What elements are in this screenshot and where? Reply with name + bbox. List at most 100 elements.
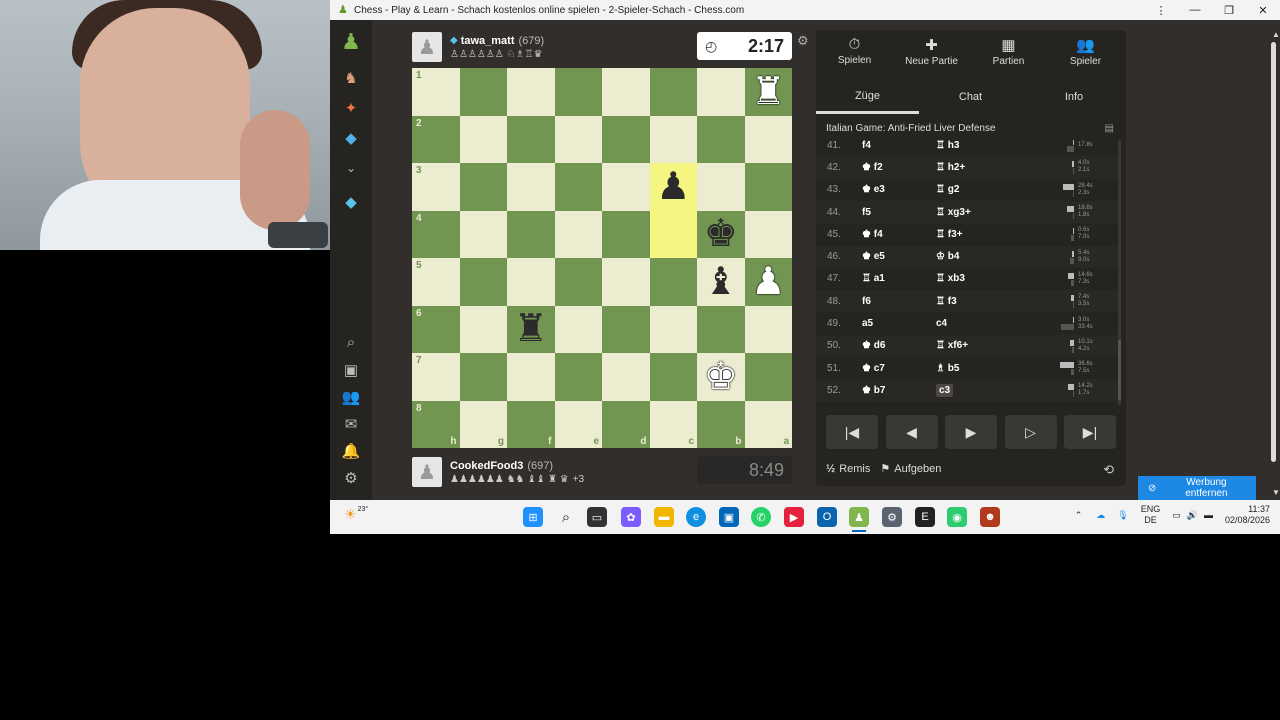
white-move[interactable]: ♚ e5: [862, 251, 885, 262]
white-move[interactable]: ♚ f4: [862, 229, 883, 240]
file-explorer-icon[interactable]: ▬: [654, 507, 674, 527]
square-h3[interactable]: 3: [412, 163, 460, 211]
game-app-icon[interactable]: ◉: [947, 507, 967, 527]
black-move[interactable]: ♖ h3: [936, 140, 959, 151]
square-g8[interactable]: g: [459, 400, 507, 448]
chess-piece[interactable]: ♚: [697, 353, 745, 401]
learn-icon[interactable]: ◆: [341, 128, 361, 148]
friends-icon[interactable]: 👥: [341, 387, 361, 407]
first-move-button[interactable]: |◀: [826, 415, 878, 449]
square-h6[interactable]: 6: [412, 305, 460, 353]
square-b7[interactable]: ♚: [697, 353, 745, 401]
white-move[interactable]: f4: [862, 140, 871, 151]
mail-icon[interactable]: ✉: [341, 414, 361, 434]
minimize-button[interactable]: —: [1178, 0, 1212, 20]
white-move[interactable]: ♚ f2: [862, 162, 883, 173]
weather-widget[interactable]: ☀ 23°: [344, 506, 368, 523]
subtab-zuege[interactable]: Züge: [816, 80, 919, 114]
tab-spieler[interactable]: 👥 Spieler: [1047, 30, 1124, 72]
onedrive-icon[interactable]: ☁: [1096, 510, 1105, 521]
black-move[interactable]: ♔ b4: [936, 251, 959, 262]
square-a6[interactable]: [744, 305, 792, 353]
square-f5[interactable]: [507, 258, 555, 306]
last-move-button[interactable]: ▶|: [1064, 415, 1116, 449]
store-icon[interactable]: ▣: [719, 507, 739, 527]
clock[interactable]: 11:37 02/08/2026: [1225, 504, 1270, 526]
square-b3[interactable]: [697, 163, 745, 211]
square-f2[interactable]: [507, 115, 555, 163]
square-h5[interactable]: 5: [412, 258, 460, 306]
puzzles-icon[interactable]: ✦: [341, 98, 361, 118]
bottom-player-avatar[interactable]: ♟: [412, 457, 442, 487]
white-move[interactable]: ♚ e3: [862, 184, 885, 195]
outlook-icon[interactable]: O: [817, 507, 837, 527]
square-a8[interactable]: a: [744, 400, 792, 448]
square-h4[interactable]: 4: [412, 210, 460, 258]
square-e2[interactable]: [554, 115, 602, 163]
subtab-info[interactable]: Info: [1022, 80, 1126, 114]
black-move[interactable]: ♖ h2+: [936, 162, 965, 173]
square-e7[interactable]: [554, 353, 602, 401]
next-move-button[interactable]: ▷: [1004, 415, 1057, 449]
more-options-icon[interactable]: ⋮: [1144, 0, 1178, 20]
remove-ads-button[interactable]: ⊘ Werbung entfernen: [1138, 476, 1256, 500]
search-icon[interactable]: ⌕: [556, 507, 576, 527]
square-b4[interactable]: ♚: [697, 210, 745, 258]
draw-button[interactable]: Remis: [839, 463, 870, 475]
square-d1[interactable]: [602, 68, 650, 116]
square-d7[interactable]: [602, 353, 650, 401]
profile-avatar-icon[interactable]: ▣: [341, 360, 361, 380]
square-e8[interactable]: e: [554, 400, 602, 448]
square-f1[interactable]: [507, 68, 555, 116]
black-move[interactable]: ♖ xb3: [936, 273, 965, 284]
play-button[interactable]: ▶: [945, 415, 997, 449]
square-f6[interactable]: ♜: [507, 305, 555, 354]
book-icon[interactable]: ▤: [1105, 123, 1114, 134]
square-c1[interactable]: [649, 68, 697, 116]
square-c3[interactable]: ♟: [649, 163, 697, 211]
whatsapp-icon[interactable]: ✆: [751, 507, 771, 527]
tab-partien[interactable]: ▦ Partien: [970, 30, 1047, 72]
hero-game-icon[interactable]: ☻: [980, 507, 1000, 527]
white-move[interactable]: f5: [862, 207, 871, 218]
chess-board[interactable]: 1 ♜ 2 3 ♟ 4 ♚ 5 ♝ ♟ 6 ♜ 7 ♚ 8 h g f e d c b a: [412, 68, 792, 448]
square-c2[interactable]: [649, 115, 697, 163]
square-h1[interactable]: 1: [412, 68, 460, 116]
square-c8[interactable]: c: [649, 400, 697, 448]
maximize-button[interactable]: ❐: [1212, 0, 1246, 20]
square-f7[interactable]: [507, 353, 555, 401]
microphone-icon[interactable]: 🎙: [1117, 510, 1128, 521]
square-g4[interactable]: [459, 210, 507, 258]
black-move[interactable]: c3: [936, 383, 954, 397]
subtab-chat[interactable]: Chat: [919, 80, 1022, 114]
white-move[interactable]: ♚ c7: [862, 363, 885, 374]
window-scrollbar[interactable]: ▲ ▼: [1268, 30, 1280, 500]
play-icon[interactable]: ♞: [341, 68, 361, 88]
close-button[interactable]: ✕: [1246, 0, 1280, 20]
black-move[interactable]: ♖ f3+: [936, 229, 962, 240]
copilot-icon[interactable]: ✿: [621, 507, 641, 527]
square-d6[interactable]: [602, 305, 650, 353]
chess-app-icon[interactable]: ♟: [849, 507, 869, 527]
black-move[interactable]: ♖ xf6+: [936, 340, 968, 351]
epic-games-icon[interactable]: E: [915, 507, 935, 527]
square-b8[interactable]: b: [697, 400, 745, 448]
square-c4[interactable]: [649, 210, 697, 258]
square-a7[interactable]: [744, 353, 792, 401]
media-icon[interactable]: ▶: [784, 507, 804, 527]
square-f3[interactable]: [507, 163, 555, 211]
square-b2[interactable]: [697, 115, 745, 163]
chess-piece[interactable]: ♜: [507, 306, 555, 354]
square-e5[interactable]: [554, 258, 602, 306]
settings-app-icon[interactable]: ⚙: [882, 507, 902, 527]
square-e6[interactable]: [554, 305, 602, 353]
top-player-name[interactable]: tawa_matt: [461, 35, 515, 47]
black-move[interactable]: c4: [936, 318, 947, 329]
language-indicator[interactable]: ENG DE: [1141, 504, 1161, 526]
white-move[interactable]: a5: [862, 318, 873, 329]
diamond-icon[interactable]: ◆: [341, 192, 361, 212]
white-move[interactable]: ♖ a1: [862, 273, 885, 284]
settings-gear-icon[interactable]: ⚙: [341, 468, 361, 488]
battery-icon[interactable]: ▬: [1204, 510, 1213, 520]
square-a2[interactable]: [744, 115, 792, 163]
